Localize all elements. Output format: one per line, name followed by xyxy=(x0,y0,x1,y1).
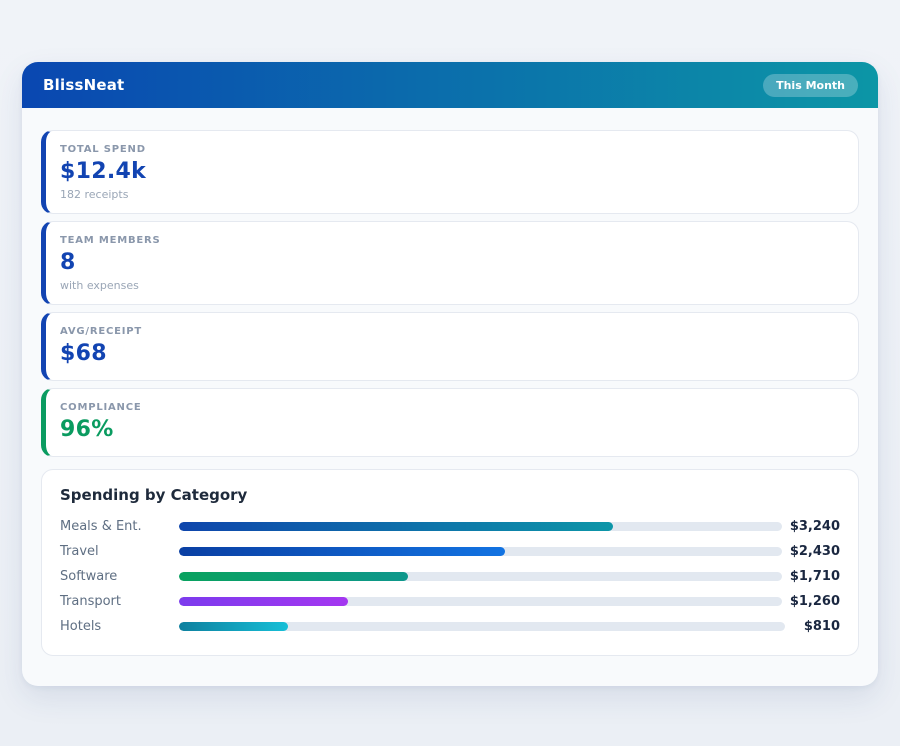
stat-card: AVG/RECEIPT $68 xyxy=(41,312,859,381)
bar-track xyxy=(179,597,782,606)
bar-track xyxy=(179,522,782,531)
stat-value: 8 xyxy=(60,248,842,278)
stat-value: 96% xyxy=(60,415,842,445)
stats-container: TOTAL SPEND $12.4k 182 receipts TEAM MEM… xyxy=(41,130,859,457)
stat-value: $68 xyxy=(60,339,842,369)
stat-value: $12.4k xyxy=(60,157,842,187)
app-title: BlissNeat xyxy=(43,76,124,94)
stat-card: COMPLIANCE 96% xyxy=(41,388,859,457)
category-label: Software xyxy=(60,569,179,584)
category-value: $1,710 xyxy=(782,569,840,584)
bar-fill xyxy=(179,522,613,531)
spending-rows: Meals & Ent. $3,240 Travel $2,430 Softwa… xyxy=(60,514,840,639)
stat-card: TOTAL SPEND $12.4k 182 receipts xyxy=(41,130,859,214)
category-value: $810 xyxy=(785,619,840,634)
category-label: Meals & Ent. xyxy=(60,519,179,534)
stat-label: AVG/RECEIPT xyxy=(60,325,842,339)
category-row: Meals & Ent. $3,240 xyxy=(60,514,840,539)
spending-title: Spending by Category xyxy=(60,486,840,504)
stat-subtext: with expenses xyxy=(60,278,842,293)
category-value: $2,430 xyxy=(782,544,840,559)
category-row: Transport $1,260 xyxy=(60,589,840,614)
spending-card: Spending by Category Meals & Ent. $3,240… xyxy=(41,469,859,656)
bar-fill xyxy=(179,597,348,606)
stat-card: TEAM MEMBERS 8 with expenses xyxy=(41,221,859,305)
app-header: BlissNeat This Month xyxy=(22,62,878,108)
category-label: Hotels xyxy=(60,619,179,634)
bar-fill xyxy=(179,622,288,631)
category-row: Hotels $810 xyxy=(60,614,840,639)
stat-label: TOTAL SPEND xyxy=(60,143,842,157)
period-badge[interactable]: This Month xyxy=(763,74,858,97)
stat-label: COMPLIANCE xyxy=(60,401,842,415)
bar-track xyxy=(179,622,785,631)
dashboard-panel: BlissNeat This Month TOTAL SPEND $12.4k … xyxy=(22,62,878,686)
category-label: Transport xyxy=(60,594,179,609)
category-value: $1,260 xyxy=(782,594,840,609)
category-row: Software $1,710 xyxy=(60,564,840,589)
stat-label: TEAM MEMBERS xyxy=(60,234,842,248)
category-row: Travel $2,430 xyxy=(60,539,840,564)
bar-fill xyxy=(179,572,408,581)
category-label: Travel xyxy=(60,544,179,559)
bar-track xyxy=(179,572,782,581)
bar-track xyxy=(179,547,782,556)
panel-content: TOTAL SPEND $12.4k 182 receipts TEAM MEM… xyxy=(22,108,878,656)
bar-fill xyxy=(179,547,505,556)
category-value: $3,240 xyxy=(782,519,840,534)
stat-subtext: 182 receipts xyxy=(60,187,842,202)
